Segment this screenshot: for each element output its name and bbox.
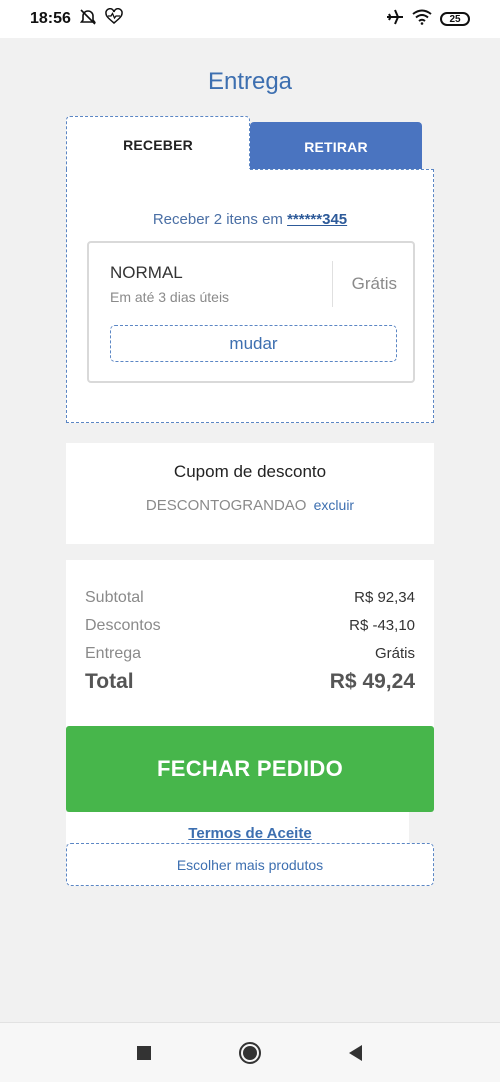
delivery-card: Receber 2 itens em ******345 NORMAL Em a…: [66, 169, 434, 423]
delivery-label: Entrega: [85, 645, 142, 662]
coupon-code-line: DESCONTOGRANDAO excluir: [66, 497, 434, 514]
wifi-icon: [412, 9, 432, 30]
coupon-card: Cupom de desconto DESCONTOGRANDAO exclui…: [66, 443, 434, 544]
discount-value: R$ -43,10: [349, 617, 415, 634]
total-value: R$ 49,24: [329, 670, 415, 693]
subtotal-value: R$ 92,34: [354, 589, 415, 606]
tab-retirar[interactable]: RETIRAR: [250, 122, 422, 170]
coupon-remove-link[interactable]: excluir: [314, 497, 354, 513]
receive-text: Receber 2 itens em: [152, 211, 288, 228]
total-label: Total: [85, 670, 134, 693]
back-icon[interactable]: [343, 1040, 369, 1066]
shipping-option: NORMAL Em até 3 dias úteis Grátis mudar: [87, 241, 415, 383]
navigation-bar: [0, 1022, 500, 1082]
shipping-name: NORMAL: [110, 263, 183, 282]
summary-row-total: Total R$ 49,24: [85, 670, 415, 694]
discount-label: Descontos: [85, 617, 161, 634]
summary-row-delivery: Entrega Grátis: [85, 645, 415, 663]
shipping-divider: [332, 261, 333, 307]
coupon-code: DESCONTOGRANDAO: [145, 497, 307, 514]
heart-rate-icon: [105, 7, 123, 31]
terms-link[interactable]: Termos de Aceite: [66, 825, 434, 842]
shipping-price: Grátis: [351, 274, 397, 293]
page-title: Entrega: [207, 68, 293, 95]
status-bar: 18:56 25: [0, 0, 500, 38]
delivery-value: Grátis: [374, 645, 415, 662]
change-shipping-button[interactable]: mudar: [110, 325, 397, 362]
summary-row-subtotal: Subtotal R$ 92,34: [85, 589, 415, 607]
checkout-button[interactable]: FECHAR PEDIDO: [66, 726, 434, 812]
airplane-icon: [386, 8, 404, 31]
receive-line: Receber 2 itens em ******345: [67, 211, 433, 228]
address-link[interactable]: ******345: [287, 211, 347, 228]
battery-icon: 25: [440, 12, 470, 26]
shipping-description: Em até 3 dias úteis: [110, 289, 230, 305]
summary-row-discount: Descontos R$ -43,10: [85, 617, 415, 635]
recents-icon[interactable]: [131, 1040, 157, 1066]
more-products-button[interactable]: Escolher mais produtos: [66, 843, 434, 886]
coupon-title: Cupom de desconto: [173, 462, 327, 481]
home-icon[interactable]: [237, 1040, 263, 1066]
order-summary: Subtotal R$ 92,34 Descontos R$ -43,10 En…: [66, 560, 434, 730]
status-left: 18:56: [30, 7, 123, 31]
status-time: 18:56: [30, 10, 71, 27]
delivery-card-top-border: [250, 169, 434, 170]
alarm-off-icon: [79, 8, 97, 31]
subtotal-label: Subtotal: [85, 589, 144, 606]
tab-receber[interactable]: RECEBER: [66, 116, 250, 172]
status-right: 25: [386, 8, 470, 31]
